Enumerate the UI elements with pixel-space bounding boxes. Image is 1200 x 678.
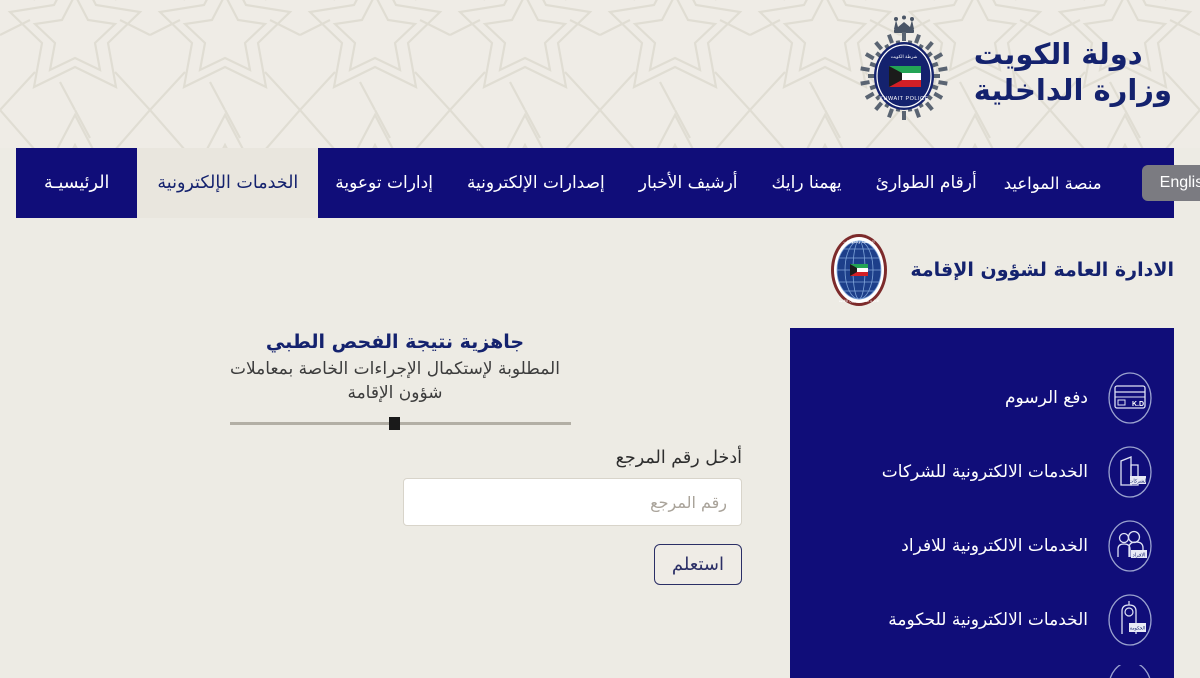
reference-number-label: أدخل رقم المرجع [615, 448, 742, 468]
service-label-companies: الخدمات الالكترونية للشركات [881, 462, 1088, 482]
brand-line-ministry: وزارة الداخلية [973, 73, 1172, 107]
service-item-pay-fees[interactable]: K.D دفع الرسوم [790, 361, 1174, 435]
svg-text:الجنسية والجوازات: الجنسية والجوازات [844, 239, 875, 244]
department-subheader: الادارة العامة لشؤون الإقامة الجنسية وال… [0, 218, 1200, 322]
brand-block: دولة الكويت وزارة الداخلية KUWAIT POLICE… [852, 14, 1172, 130]
kuwait-police-emblem: KUWAIT POLICE شرطة الكويت [852, 14, 956, 130]
nav-item-home[interactable]: الرئيسيـة [16, 148, 137, 218]
main-content: جاهزية نتيجة الفحص الطبي المطلوبة لإستكم… [0, 322, 790, 678]
nav-item-your-opinion[interactable]: يهمنا رايك [755, 148, 859, 218]
nav-item-awareness-departments[interactable]: إدارات توعوية [318, 148, 450, 218]
nav-item-eservices[interactable]: الخدمات الإلكترونية [137, 148, 319, 218]
nav-item-news-archive[interactable]: أرشيف الأخبار [622, 148, 755, 218]
carousel-heading: جاهزية نتيجة الفحص الطبي المطلوبة لإستكم… [0, 330, 790, 406]
svg-text:الحكومة: الحكومة [1130, 626, 1145, 632]
people-icon: الافراد [1104, 517, 1156, 575]
residency-affairs-emblem: الجنسية والجوازات الادارة العامة لشؤون ا… [822, 230, 896, 310]
service-label-government: الخدمات الالكترونية للحكومة [888, 610, 1088, 630]
carousel-title: جاهزية نتيجة الفحص الطبي [265, 331, 525, 353]
residency-title: الادارة العامة لشؤون الإقامة [910, 259, 1174, 281]
service-item-individuals[interactable]: الافراد الخدمات الالكترونية للافراد [790, 509, 1174, 583]
nav-item-electronic-publications[interactable]: إصدارات الإلكترونية [450, 148, 622, 218]
carousel-slider-track[interactable] [230, 417, 571, 430]
brand-text: دولة الكويت وزارة الداخلية [974, 36, 1172, 109]
company-building-icon: الشركات [1104, 443, 1156, 501]
partial-icon [1104, 661, 1156, 678]
eservices-sidebar[interactable]: K.D دفع الرسوم الشركات الخدمات الالكترون… [790, 328, 1174, 678]
reference-number-input[interactable] [403, 478, 742, 526]
residency-brand-block: الادارة العامة لشؤون الإقامة الجنسية وال… [822, 230, 1174, 310]
reference-lookup-form: أدخل رقم المرجع استعلم [0, 448, 790, 585]
service-label-individuals: الخدمات الالكترونية للافراد [901, 536, 1088, 556]
language-switch-wrap: English [1112, 148, 1200, 218]
svg-text:الافراد: الافراد [1132, 553, 1145, 559]
svg-text:K.D: K.D [1132, 401, 1144, 408]
government-icon: الحكومة [1104, 591, 1156, 649]
english-language-button[interactable]: English [1141, 165, 1200, 201]
main-navigation[interactable]: الرئيسيـة الخدمات الإلكترونية إدارات توع… [16, 148, 1200, 218]
svg-text:الشركات: الشركات [1129, 479, 1148, 485]
nav-item-emergency-numbers[interactable]: أرقام الطوارئ [859, 148, 994, 218]
svg-text:شرطة الكويت: شرطة الكويت [890, 54, 917, 60]
nav-item-appointments-platform[interactable]: منصة المواعيد [994, 148, 1112, 218]
service-item-companies[interactable]: الشركات الخدمات الالكترونية للشركات [790, 435, 1174, 509]
credit-card-icon: K.D [1104, 369, 1156, 427]
service-item-partial[interactable] [790, 657, 1174, 678]
brand-line-country: دولة الكويت [973, 36, 1143, 71]
inquiry-submit-button[interactable]: استعلم [653, 544, 742, 585]
carousel-slider-thumb[interactable] [388, 417, 400, 430]
svg-text:KUWAIT POLICE: KUWAIT POLICE [879, 96, 928, 102]
carousel-subtitle: المطلوبة لإستكمال الإجراءات الخاصة بمعام… [230, 358, 560, 404]
site-header: دولة الكويت وزارة الداخلية KUWAIT POLICE… [0, 0, 1200, 148]
service-label-pay-fees: دفع الرسوم [1005, 388, 1088, 408]
service-item-government[interactable]: الحكومة الخدمات الالكترونية للحكومة [790, 583, 1174, 657]
